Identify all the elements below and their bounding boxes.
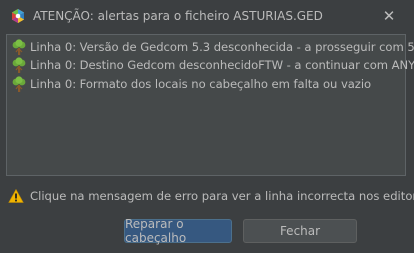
close-button[interactable]: Fechar xyxy=(243,219,357,243)
tree-icon xyxy=(12,38,26,55)
title-bar: ATENÇÃO: alertas para o ficheiro ASTURIA… xyxy=(0,0,414,32)
message-item[interactable]: Linha 0: Versão de Gedcom 5.3 desconheci… xyxy=(11,38,414,55)
tree-icon xyxy=(12,75,26,92)
window-title: ATENÇÃO: alertas para o ficheiro ASTURIA… xyxy=(33,9,323,23)
message-text: Linha 0: Formato dos locais no cabeçalho… xyxy=(30,76,372,91)
message-text: Linha 0: Destino Gedcom desconhecidoFTW … xyxy=(30,57,414,72)
repair-header-button[interactable]: Reparar o cabeçalho xyxy=(124,217,232,245)
hexagon-app-icon xyxy=(12,9,24,23)
message-text: Linha 0: Versão de Gedcom 5.3 desconheci… xyxy=(30,39,414,54)
message-list: Linha 0: Versão de Gedcom 5.3 desconheci… xyxy=(6,34,414,176)
close-icon[interactable]: ✕ xyxy=(381,8,397,24)
message-item[interactable]: Linha 0: Destino Gedcom desconhecidoFTW … xyxy=(11,56,414,73)
hint-text: Clique na mensagem de erro para ver a li… xyxy=(30,188,414,203)
warning-icon xyxy=(8,188,24,203)
tree-icon xyxy=(12,56,26,73)
message-item[interactable]: Linha 0: Formato dos locais no cabeçalho… xyxy=(11,75,371,92)
hint-row: Clique na mensagem de erro para ver a li… xyxy=(8,187,414,204)
